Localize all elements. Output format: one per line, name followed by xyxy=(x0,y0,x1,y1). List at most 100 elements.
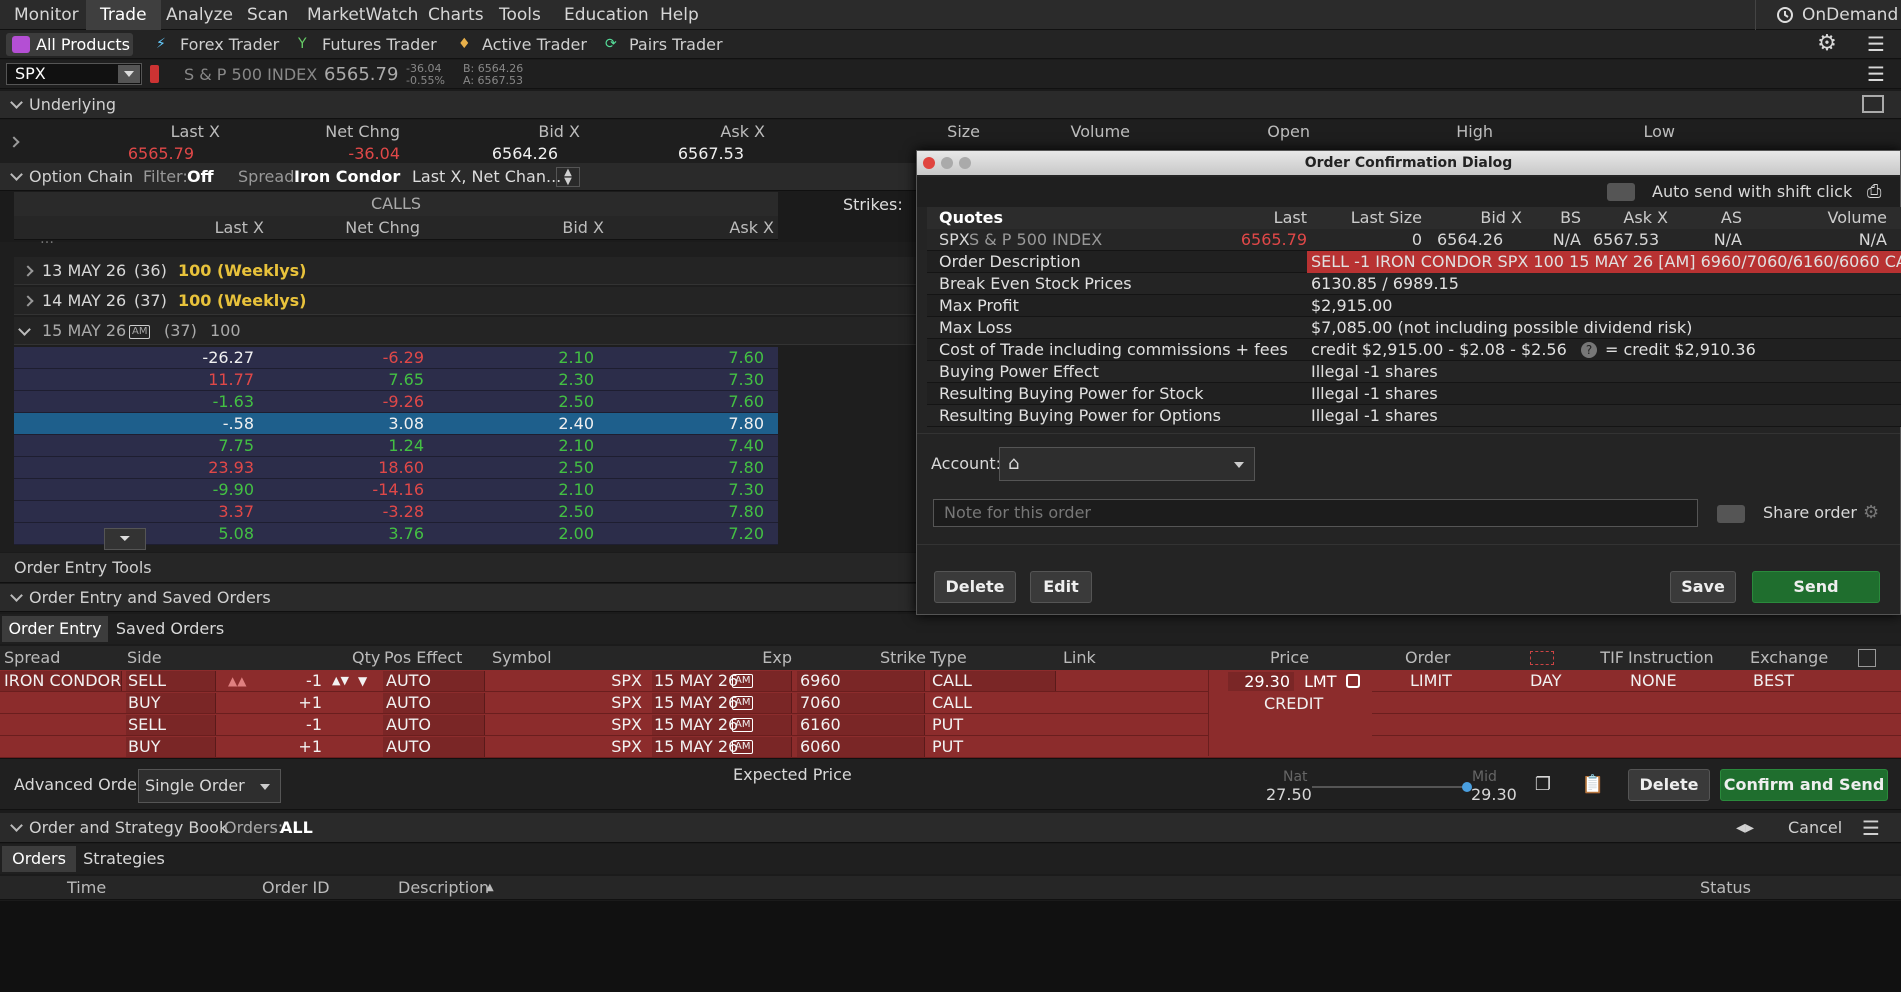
customize-columns-icon[interactable] xyxy=(1858,649,1876,667)
menu-marketwatch[interactable]: MarketWatch xyxy=(293,0,432,30)
futures-trader-tab[interactable]: Y Futures Trader xyxy=(292,33,437,56)
dialog-edit-button[interactable]: Edit xyxy=(1030,571,1092,603)
chain-col-ask[interactable]: Ask X xyxy=(674,218,774,237)
chain-cell[interactable]: 2.00 xyxy=(494,523,594,545)
chain-cell[interactable]: 2.30 xyxy=(494,369,594,391)
tif-value[interactable]: DAY xyxy=(1530,670,1562,692)
chain-cell[interactable]: 1.24 xyxy=(324,435,424,457)
chain-row[interactable]: 3.37 -3.28 2.50 7.80 xyxy=(14,501,778,523)
leg-exp[interactable]: 15 MAY 26 xyxy=(654,670,738,692)
leg-type[interactable]: CALL xyxy=(932,670,972,692)
expiration-row-expanded[interactable]: 15 MAY 26 AM (37) 100 xyxy=(14,317,916,345)
leg-qty[interactable]: +1 xyxy=(280,692,322,714)
gear-icon[interactable]: ⚙ xyxy=(1812,32,1842,56)
chain-cell[interactable]: 7.60 xyxy=(664,391,764,413)
chain-cell[interactable]: 3.76 xyxy=(324,523,424,545)
menu-scan[interactable]: Scan xyxy=(233,0,302,30)
instruction-value[interactable]: NONE xyxy=(1630,670,1677,692)
leg-pos-effect[interactable]: AUTO xyxy=(386,736,431,758)
order-leg-row[interactable]: SELL -1 AUTO SPX 15 MAY 26 AM 6160 PUT xyxy=(0,714,1901,736)
chain-cell[interactable]: 7.30 xyxy=(664,479,764,501)
chain-cell[interactable]: -.58 xyxy=(154,413,254,435)
leg-strike[interactable]: 7060 xyxy=(800,692,841,714)
leg-qty[interactable]: +1 xyxy=(280,736,322,758)
layout-selector[interactable]: Last X, Net Chan... xyxy=(412,163,561,191)
expand-collapse-icon[interactable]: ◂▸ xyxy=(1736,813,1754,843)
chain-cell[interactable]: 7.80 xyxy=(664,501,764,523)
filter-value[interactable]: Off xyxy=(187,163,214,191)
chain-row-selected[interactable]: -.58 3.08 2.40 7.80 xyxy=(14,413,778,435)
chain-cell[interactable]: 7.30 xyxy=(664,369,764,391)
chain-col-netchng[interactable]: Net Chng xyxy=(320,218,420,237)
print-icon[interactable]: ⎙ xyxy=(1867,181,1881,202)
chain-cell[interactable]: 7.65 xyxy=(324,369,424,391)
order-note-input[interactable]: Note for this order xyxy=(933,499,1698,527)
chain-cell[interactable]: -1.63 xyxy=(154,391,254,413)
link-color-icon[interactable] xyxy=(150,65,159,83)
active-trader-tab[interactable]: ♦ Active Trader xyxy=(452,33,587,56)
chain-cell[interactable]: 2.10 xyxy=(494,479,594,501)
expiration-row[interactable]: 13 MAY 26 (36) 100 (Weeklys) xyxy=(14,257,916,285)
order-leg-row[interactable]: BUY +1 AUTO SPX 15 MAY 26 AM 6060 PUT xyxy=(0,736,1901,758)
delete-order-button[interactable]: Delete xyxy=(1628,769,1710,801)
forex-trader-tab[interactable]: ⚡ Forex Trader xyxy=(150,33,279,56)
chain-cell[interactable]: 3.08 xyxy=(324,413,424,435)
share-order-toggle[interactable] xyxy=(1717,505,1745,523)
chain-cell[interactable]: 11.77 xyxy=(154,369,254,391)
leg-pos-effect[interactable]: AUTO xyxy=(386,692,431,714)
chain-cell[interactable]: 7.60 xyxy=(664,347,764,369)
chain-cell[interactable]: 7.75 xyxy=(154,435,254,457)
leg-pos-effect[interactable]: AUTO xyxy=(386,714,431,736)
all-products-tab[interactable]: All Products xyxy=(6,33,133,56)
layout-stepper[interactable]: ▲ ▼ xyxy=(556,167,580,187)
copy-icon[interactable]: ❐ xyxy=(1528,771,1558,799)
leg-side[interactable]: SELL xyxy=(128,670,166,692)
chain-cell[interactable]: 23.93 xyxy=(154,457,254,479)
pairs-trader-tab[interactable]: ⟳ Pairs Trader xyxy=(599,33,723,56)
ondemand-button[interactable]: OnDemand xyxy=(1755,0,1901,30)
order-leg-row[interactable]: IRON CONDOR SELL -1 AUTO SPX 15 MAY 26 AM 6960 C… xyxy=(0,670,1901,692)
leg-strike[interactable]: 6960 xyxy=(800,670,841,692)
symbol-dropdown-icon[interactable] xyxy=(118,65,140,83)
tab-strategies[interactable]: Strategies xyxy=(78,846,170,872)
chain-cell[interactable]: -3.28 xyxy=(324,501,424,523)
chain-cell[interactable]: -9.90 xyxy=(154,479,254,501)
dialog-send-button[interactable]: Send xyxy=(1752,571,1880,603)
advanced-order-select[interactable]: Single Order xyxy=(138,769,281,803)
leg-spread[interactable]: IRON CONDOR xyxy=(4,670,121,692)
leg-qty[interactable]: -1 xyxy=(280,670,322,692)
chain-col-last[interactable]: Last X xyxy=(164,218,264,237)
chain-cell[interactable]: -26.27 xyxy=(154,347,254,369)
chain-cell[interactable]: 7.80 xyxy=(664,413,764,435)
chain-cell[interactable]: 7.80 xyxy=(664,457,764,479)
share-settings-icon[interactable]: ⚙ xyxy=(1863,499,1879,527)
leg-type[interactable]: CALL xyxy=(932,692,972,714)
chain-cell[interactable]: 2.50 xyxy=(494,457,594,479)
leg-side[interactable]: BUY xyxy=(128,736,160,758)
menu-help[interactable]: Help xyxy=(646,0,713,30)
chain-cell[interactable]: -9.26 xyxy=(324,391,424,413)
chain-cell[interactable]: 2.10 xyxy=(494,347,594,369)
close-icon[interactable] xyxy=(923,157,935,169)
underlying-header[interactable]: Underlying xyxy=(0,91,1901,119)
symbol-menu-icon[interactable]: ☰ xyxy=(1862,62,1890,86)
confirm-and-send-button[interactable]: Confirm and Send xyxy=(1720,769,1888,801)
minimize-icon[interactable] xyxy=(941,157,953,169)
order-book-header[interactable]: Order and Strategy Book Orders: ALL ◂▸ C… xyxy=(0,813,1901,843)
paste-icon[interactable]: 📋 xyxy=(1578,771,1608,799)
leg-exp[interactable]: 15 MAY 26 xyxy=(654,714,738,736)
price-slider-track[interactable] xyxy=(1312,786,1467,788)
scroll-down-icon[interactable]: ⏷ xyxy=(104,528,146,550)
tab-orders[interactable]: Orders xyxy=(2,846,76,872)
leg-type[interactable]: PUT xyxy=(932,736,963,758)
maximize-icon[interactable] xyxy=(959,157,971,169)
chain-cell[interactable]: 7.40 xyxy=(664,435,764,457)
expand-chevron-icon[interactable] xyxy=(8,136,20,148)
chain-row[interactable]: 23.93 18.60 2.50 7.80 xyxy=(14,457,778,479)
dialog-delete-button[interactable]: Delete xyxy=(934,571,1016,603)
chain-row[interactable]: -26.27 -6.29 2.10 7.60 xyxy=(14,347,778,369)
chain-cell[interactable]: -6.29 xyxy=(324,347,424,369)
qty-dropdown-icon[interactable]: ▼ xyxy=(358,670,367,692)
expiration-row[interactable]: 14 MAY 26 (37) 100 (Weeklys) xyxy=(14,287,916,315)
chain-col-bid[interactable]: Bid X xyxy=(504,218,604,237)
